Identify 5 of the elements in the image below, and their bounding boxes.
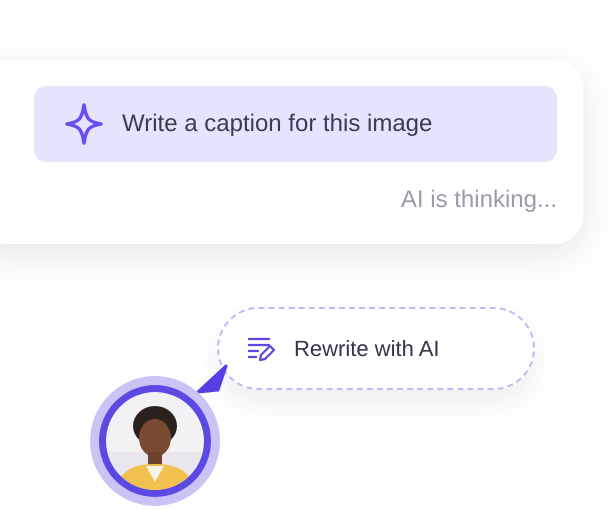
rewrite-button[interactable]: Rewrite with AI <box>217 307 535 390</box>
sparkle-icon <box>64 102 104 146</box>
prompt-text: Write a caption for this image <box>122 110 432 138</box>
pointer-icon <box>196 364 228 394</box>
status-text: AI is thinking... <box>400 186 557 214</box>
